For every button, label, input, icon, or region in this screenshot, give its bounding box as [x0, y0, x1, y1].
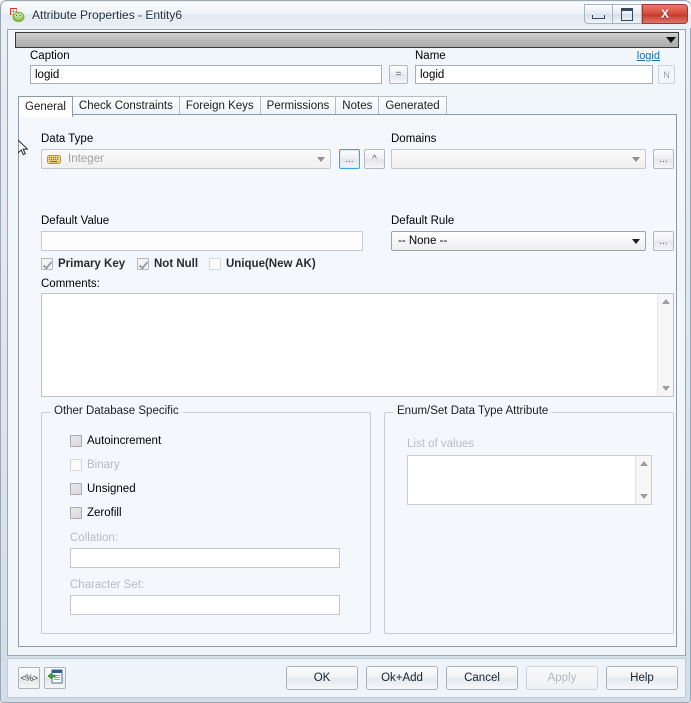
checkbox-icon [41, 258, 53, 270]
scroll-up-icon[interactable] [636, 456, 651, 471]
chevron-down-icon[interactable] [632, 239, 640, 244]
name-label: Name [415, 50, 446, 62]
attribute-properties-window: Attribute Properties - Entity6 X Caption… [0, 0, 691, 703]
caption-input[interactable] [30, 65, 382, 84]
tab-bar: General Check Constraints Foreign Keys Perm… [18, 96, 678, 117]
enum-set-data-type-group: Enum/Set Data Type Attribute List of val… [384, 405, 674, 634]
data-type-up-button[interactable]: ^ [364, 149, 385, 169]
dialog-bottom-bar: <%> OK Ok+Add Cancel Apply Help [7, 658, 686, 698]
not-null-checkbox[interactable]: Not Null [137, 258, 198, 270]
checkbox-icon [70, 435, 82, 447]
top-toolbar-strip[interactable] [15, 32, 679, 48]
data-type-label: Data Type [41, 133, 94, 145]
general-tab-page: Data Type Integer ... ^ Domains ... Defa… [18, 114, 677, 647]
ok-add-button[interactable]: Ok+Add [366, 666, 438, 690]
minimize-button[interactable] [584, 4, 613, 24]
help-button[interactable]: Help [606, 666, 678, 690]
list-of-values-label: List of values [407, 438, 475, 450]
app-table-icon [9, 7, 25, 23]
comments-scrollbar[interactable] [657, 294, 673, 396]
tab-general[interactable]: General [18, 96, 73, 117]
chevron-down-icon[interactable] [317, 157, 325, 162]
minimize-icon [592, 14, 605, 19]
domains-label: Domains [391, 133, 437, 145]
collation-input[interactable] [70, 548, 340, 568]
paste-script-button[interactable] [44, 667, 66, 689]
title-bar: Attribute Properties - Entity6 X [2, 2, 691, 28]
default-value-input[interactable] [41, 231, 363, 251]
binary-checkbox: Binary [70, 459, 120, 471]
scroll-down-icon[interactable] [658, 381, 673, 396]
character-set-input[interactable] [70, 595, 340, 615]
comments-label: Comments: [41, 278, 100, 290]
maximize-button[interactable] [613, 4, 642, 24]
comments-textarea[interactable] [41, 293, 674, 397]
ok-button[interactable]: OK [286, 666, 358, 690]
dialog-client-area: Caption = Name logid N GeneralCheck Cons… [7, 29, 686, 656]
enum-set-title: Enum/Set Data Type Attribute [393, 405, 553, 417]
apply-button: Apply [526, 666, 598, 690]
collation-label: Collation: [70, 532, 118, 544]
autoincrement-label: Autoincrement [87, 435, 162, 447]
binary-label: Binary [87, 459, 120, 471]
unique-new-ak-label: Unique(New AK) [226, 258, 316, 270]
autoincrement-checkbox[interactable]: Autoincrement [70, 435, 161, 447]
maximize-icon [621, 7, 633, 21]
unique-new-ak-checkbox[interactable]: Unique(New AK) [209, 258, 316, 270]
close-button[interactable]: X [642, 4, 688, 24]
domains-browse-button[interactable]: ... [653, 149, 674, 169]
checkbox-icon [70, 483, 82, 495]
header-fields: Caption = Name logid N [8, 50, 685, 102]
name-reset-link[interactable]: logid [637, 50, 660, 62]
data-type-combo[interactable]: Integer [41, 149, 331, 169]
not-null-label: Not Null [154, 258, 199, 270]
default-value-label: Default Value [41, 215, 110, 227]
name-note-button[interactable]: N [658, 65, 675, 84]
tab-notes[interactable]: Notes [335, 96, 380, 115]
unsigned-label: Unsigned [87, 483, 136, 495]
tab-permissions[interactable]: Permissions [259, 96, 337, 115]
cancel-button[interactable]: Cancel [446, 666, 518, 690]
code-icon: <%> [20, 673, 38, 683]
default-rule-browse-button[interactable]: ... [653, 231, 674, 251]
chevron-down-icon[interactable] [666, 37, 676, 43]
data-type-value: Integer [68, 153, 104, 165]
datatype-integer-icon [47, 154, 62, 165]
list-of-values-textarea[interactable] [407, 455, 652, 505]
scroll-up-icon[interactable] [658, 294, 673, 309]
checkbox-icon [209, 258, 221, 270]
default-rule-value: -- None -- [398, 235, 448, 247]
checkbox-icon [137, 258, 149, 270]
data-type-browse-button[interactable]: ... [339, 149, 360, 169]
tab-foreign-keys[interactable]: Foreign Keys [178, 96, 261, 115]
primary-key-checkbox[interactable]: Primary Key [41, 258, 125, 270]
caption-label: Caption [30, 50, 70, 62]
other-database-specific-title: Other Database Specific [50, 405, 183, 417]
window-title: Attribute Properties - Entity6 [32, 8, 183, 22]
equals-button[interactable]: = [389, 65, 408, 84]
unsigned-checkbox[interactable]: Unsigned [70, 483, 136, 495]
default-rule-combo[interactable]: -- None -- [391, 231, 646, 251]
scroll-down-icon[interactable] [636, 489, 651, 504]
default-rule-label: Default Rule [391, 215, 455, 227]
checkbox-icon [70, 507, 82, 519]
domains-combo[interactable] [391, 149, 646, 169]
window-controls: X [584, 4, 688, 24]
zerofill-label: Zerofill [87, 507, 122, 519]
paste-script-icon [47, 669, 63, 687]
list-of-values-scrollbar[interactable] [635, 456, 651, 504]
primary-key-label: Primary Key [58, 258, 126, 270]
character-set-label: Character Set: [70, 579, 145, 591]
checkbox-icon [70, 459, 82, 471]
zerofill-checkbox[interactable]: Zerofill [70, 507, 122, 519]
show-sql-button[interactable]: <%> [18, 667, 40, 689]
chevron-down-icon[interactable] [632, 157, 640, 162]
other-database-specific-group: Other Database Specific Autoincrement Bi… [41, 405, 371, 634]
name-input[interactable] [415, 65, 653, 84]
tab-check-constraints[interactable]: Check Constraints [71, 96, 180, 115]
tab-generated[interactable]: Generated [378, 96, 447, 115]
